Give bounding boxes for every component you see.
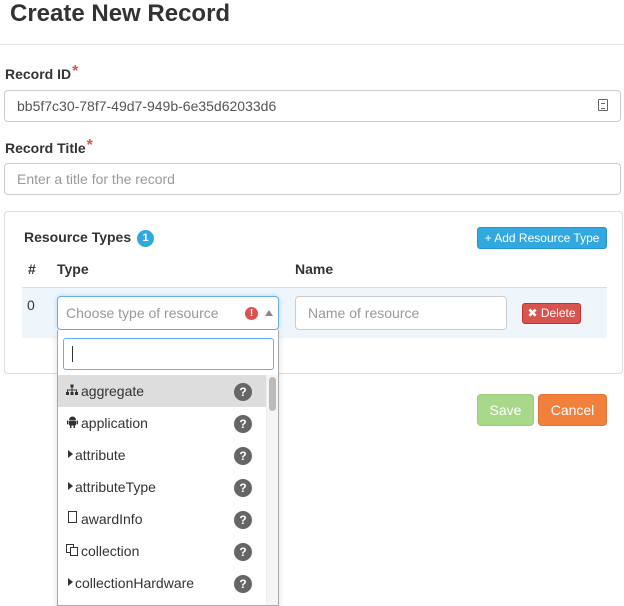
sitemap-icon <box>66 375 78 407</box>
cancel-button[interactable]: Cancel <box>538 394 607 426</box>
help-icon[interactable]: ? <box>234 383 252 401</box>
option-label: attributeType <box>75 479 156 495</box>
help-icon[interactable]: ? <box>234 415 252 433</box>
record-id-value: bb5f7c30-78f7-49d7-949b-6e35d62033d6 <box>17 98 277 114</box>
help-icon[interactable]: ? <box>234 511 252 529</box>
record-title-placeholder: Enter a title for the record <box>17 171 175 187</box>
option-label: collection <box>81 543 140 559</box>
dropdown-option-attributetype[interactable]: attributeType ? <box>58 471 266 503</box>
dropdown-search-input[interactable] <box>63 338 274 370</box>
help-icon[interactable]: ? <box>234 479 252 497</box>
header-divider <box>0 44 624 45</box>
dropdown-option-application[interactable]: application ? <box>58 407 266 439</box>
error-icon: ! <box>245 307 258 320</box>
dropdown-options-list: aggregate ? application ? attribute ? at… <box>58 375 266 599</box>
id-card-icon <box>598 99 608 111</box>
option-label: aggregate <box>81 383 145 399</box>
required-mark: * <box>72 63 79 80</box>
resource-type-select[interactable]: Choose type of resource ! <box>57 296 279 330</box>
record-title-label: Record Title* <box>5 137 93 156</box>
help-icon[interactable]: ? <box>234 575 252 593</box>
resource-count-badge: 1 <box>137 230 155 247</box>
dropdown-option-attribute[interactable]: attribute ? <box>58 439 266 471</box>
copy-icon <box>66 535 78 567</box>
dropdown-option-collectionhardware[interactable]: collectionHardware ? <box>58 567 266 599</box>
resource-types-heading: Resource Types 1 <box>24 229 155 248</box>
file-icon <box>66 503 78 535</box>
dropdown-scrollbar[interactable] <box>266 375 278 605</box>
page-title: Create New Record <box>10 0 231 27</box>
resource-type-dropdown: aggregate ? application ? attribute ? at… <box>57 330 279 606</box>
resource-name-placeholder: Name of resource <box>308 305 420 321</box>
record-id-label: Record ID* <box>5 63 79 82</box>
dropdown-option-aggregate[interactable]: aggregate ? <box>58 375 266 407</box>
android-icon <box>66 407 78 439</box>
column-header-num: # <box>28 261 36 277</box>
add-resource-type-button[interactable]: + Add Resource Type <box>477 227 607 249</box>
delete-button[interactable]: ✖ Delete <box>522 303 581 324</box>
option-label: application <box>81 415 148 431</box>
resource-type-placeholder: Choose type of resource <box>66 305 219 321</box>
help-icon[interactable]: ? <box>234 543 252 561</box>
dropdown-option-collection[interactable]: collection ? <box>58 535 266 567</box>
required-mark: * <box>86 137 93 154</box>
text-cursor <box>72 346 73 362</box>
option-label: attribute <box>75 447 126 463</box>
row-number: 0 <box>27 297 35 313</box>
option-label: collectionHardware <box>75 575 195 591</box>
column-header-name: Name <box>295 261 334 277</box>
column-header-type: Type <box>57 261 89 277</box>
scrollbar-thumb[interactable] <box>269 377 276 411</box>
dropdown-option-awardinfo[interactable]: awardInfo ? <box>58 503 266 535</box>
record-title-field[interactable]: Enter a title for the record <box>4 163 621 195</box>
record-id-field[interactable]: bb5f7c30-78f7-49d7-949b-6e35d62033d6 <box>4 90 621 122</box>
option-label: awardInfo <box>81 511 143 527</box>
caret-up-icon <box>265 310 273 316</box>
help-icon[interactable]: ? <box>234 447 252 465</box>
resource-name-input[interactable]: Name of resource <box>295 296 507 330</box>
save-button[interactable]: Save <box>477 394 534 426</box>
